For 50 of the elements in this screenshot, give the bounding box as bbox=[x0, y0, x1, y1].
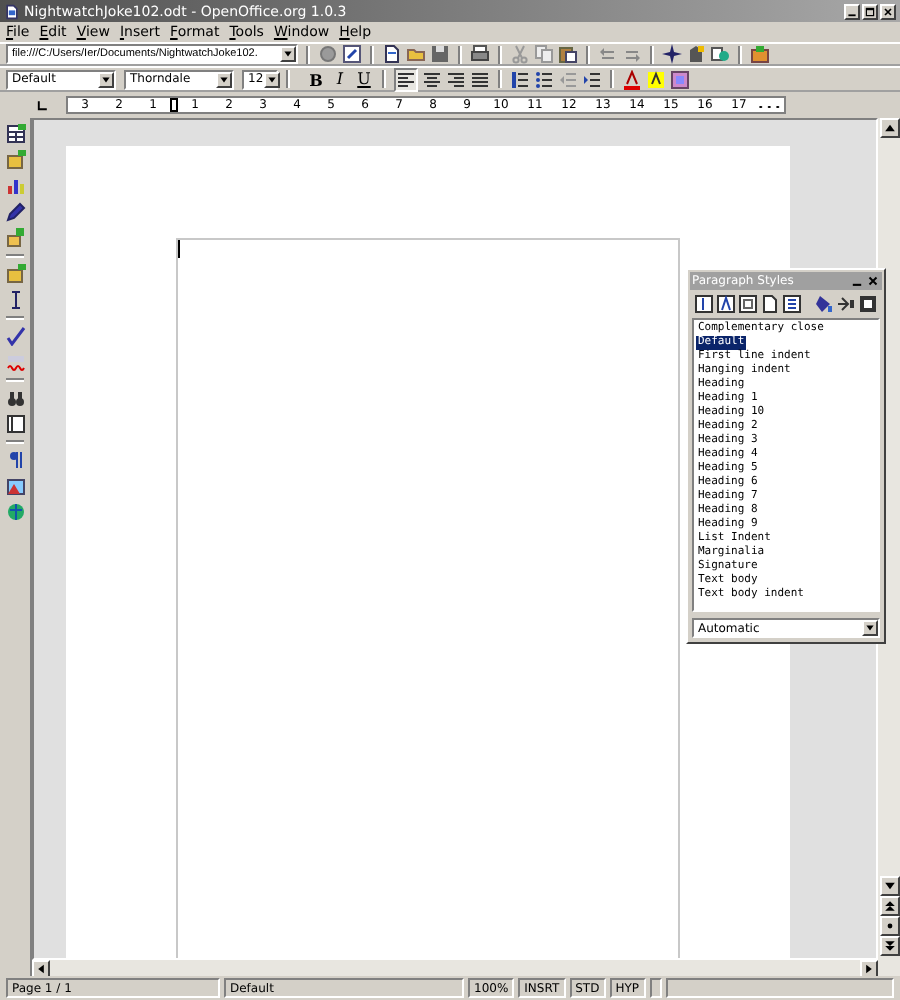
auto-spellcheck-icon[interactable] bbox=[5, 352, 25, 372]
paragraph-mark-icon[interactable] bbox=[5, 450, 25, 470]
justify-icon[interactable] bbox=[470, 69, 490, 89]
chart-icon[interactable] bbox=[5, 176, 25, 196]
graphics-icon[interactable] bbox=[5, 476, 25, 496]
binoculars-icon[interactable] bbox=[5, 388, 25, 408]
next-page-icon[interactable] bbox=[881, 938, 897, 954]
align-center-icon[interactable] bbox=[422, 69, 442, 89]
pencil-icon[interactable] bbox=[5, 202, 25, 222]
italic-button[interactable]: I bbox=[330, 69, 350, 89]
down-arrow-icon bbox=[100, 73, 112, 85]
increase-indent-icon[interactable] bbox=[582, 69, 602, 89]
align-left-icon[interactable] bbox=[396, 69, 416, 89]
highlight-icon[interactable] bbox=[646, 69, 666, 89]
tab-stop-icon[interactable] bbox=[34, 97, 50, 113]
save-icon[interactable] bbox=[430, 44, 450, 64]
insert-table-icon[interactable] bbox=[5, 124, 25, 144]
font-color-icon[interactable] bbox=[622, 69, 642, 89]
page-style-icon[interactable] bbox=[760, 294, 780, 314]
paragraph-style-icon[interactable] bbox=[694, 294, 714, 314]
close-icon[interactable] bbox=[866, 274, 880, 288]
text-cursor bbox=[178, 240, 180, 258]
status-field bbox=[649, 978, 662, 998]
maximize-icon[interactable] bbox=[862, 3, 878, 19]
printer-icon[interactable] bbox=[470, 44, 490, 64]
globe-icon[interactable] bbox=[5, 502, 25, 522]
minimize-icon[interactable] bbox=[844, 3, 860, 19]
character-style-icon[interactable] bbox=[716, 294, 736, 314]
new-style-icon[interactable] bbox=[836, 294, 856, 314]
edit-file-icon[interactable] bbox=[342, 44, 362, 64]
new-document-icon[interactable] bbox=[382, 44, 402, 64]
navigator-icon[interactable] bbox=[662, 44, 682, 64]
numbered-list-icon[interactable] bbox=[510, 69, 530, 89]
align-right-icon[interactable] bbox=[446, 69, 466, 89]
bold-button[interactable]: B bbox=[306, 69, 326, 89]
paste-icon[interactable] bbox=[558, 44, 578, 64]
down-arrow-icon bbox=[864, 622, 876, 634]
document-icon bbox=[4, 3, 20, 19]
down-arrow-icon bbox=[282, 48, 294, 60]
previous-page-icon[interactable] bbox=[881, 898, 897, 914]
list-style-icon[interactable] bbox=[782, 294, 802, 314]
down-arrow-icon bbox=[218, 73, 230, 85]
panel-icon[interactable] bbox=[5, 414, 25, 434]
spellcheck-icon[interactable] bbox=[5, 326, 25, 346]
frame-style-icon[interactable] bbox=[738, 294, 758, 314]
background-color-icon[interactable] bbox=[670, 69, 690, 89]
scroll-up-icon[interactable] bbox=[881, 120, 897, 136]
bullet-list-icon[interactable] bbox=[534, 69, 554, 89]
scroll-down-icon[interactable] bbox=[881, 878, 897, 894]
underline-button[interactable]: U bbox=[354, 69, 374, 89]
